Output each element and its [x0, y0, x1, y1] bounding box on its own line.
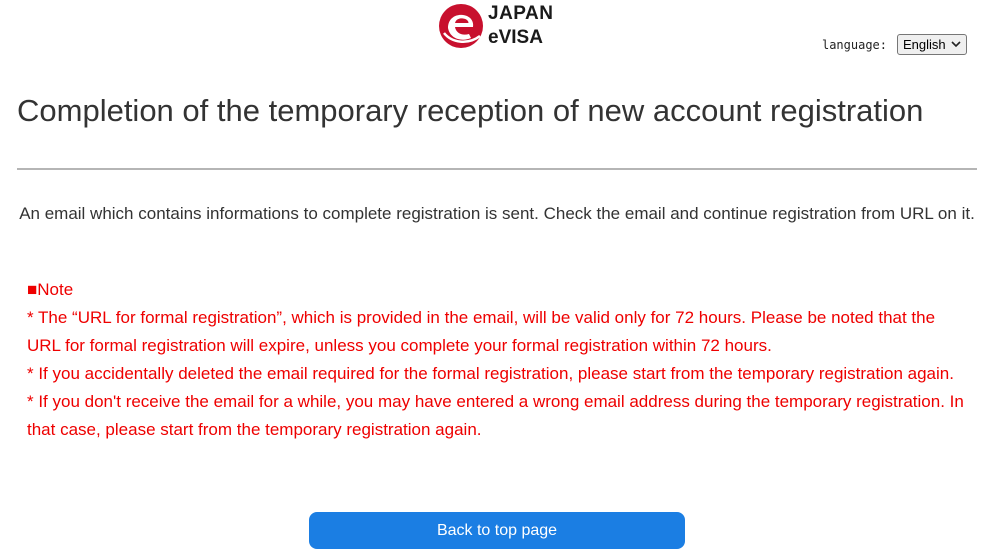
language-selected-value: English	[903, 37, 946, 52]
language-dropdown[interactable]: English	[897, 34, 967, 55]
confirmation-message: An email which contains informations to …	[19, 204, 975, 223]
back-to-top-button[interactable]: Back to top page	[309, 512, 685, 549]
logo-wordmark: JAPAN eVISA	[488, 2, 554, 50]
chevron-down-icon	[951, 41, 961, 48]
page-title: Completion of the temporary reception of…	[17, 93, 924, 128]
logo-text-evisa: eVISA	[488, 27, 543, 48]
japan-evisa-logo: JAPAN eVISA	[438, 2, 554, 50]
page: JAPAN eVISA language: English Completion…	[0, 0, 1008, 558]
title-divider	[17, 168, 977, 170]
logo-text-japan: JAPAN	[488, 3, 554, 24]
japan-evisa-logo-icon	[439, 4, 483, 48]
note-item: * If you don't receive the email for a w…	[27, 392, 964, 439]
note-item: * If you accidentally deleted the email …	[27, 364, 954, 383]
language-selector: language: English	[822, 34, 967, 55]
language-label: language:	[821, 37, 887, 52]
note-heading: ■Note	[27, 280, 74, 299]
note-item: * The “URL for formal registration”, whi…	[27, 308, 936, 355]
notes-section: ■Note * The “URL for formal registration…	[27, 276, 972, 444]
